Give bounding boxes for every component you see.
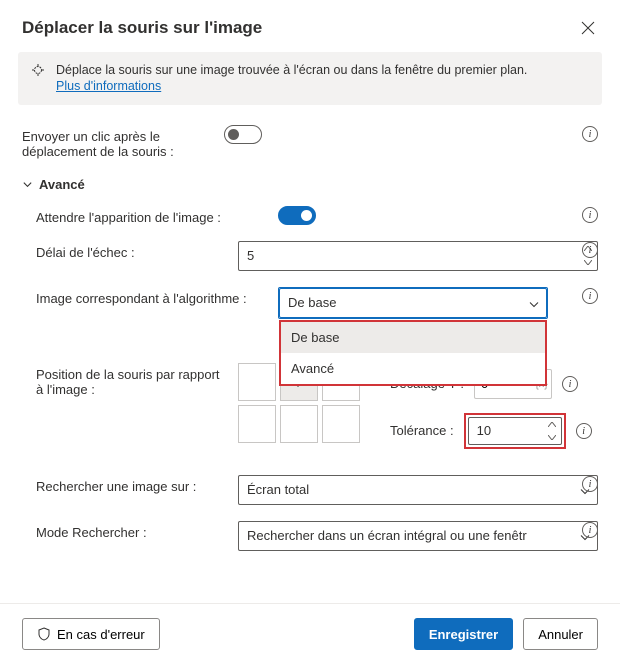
chevron-down-icon bbox=[22, 179, 33, 190]
close-button[interactable] bbox=[578, 18, 598, 38]
pos-cell-br[interactable] bbox=[322, 405, 360, 443]
info-banner: Déplace la souris sur une image trouvée … bbox=[18, 52, 602, 105]
wait-appear-toggle[interactable] bbox=[278, 206, 316, 225]
advanced-title: Avancé bbox=[39, 177, 85, 192]
dialog-title: Déplacer la souris sur l'image bbox=[22, 18, 262, 38]
send-click-label: Envoyer un clic après le déplacement de … bbox=[22, 125, 212, 159]
save-button[interactable]: Enregistrer bbox=[414, 618, 513, 650]
algorithm-dropdown: De base Avancé bbox=[279, 320, 547, 386]
fail-delay-input[interactable]: 5 bbox=[238, 241, 598, 271]
more-info-link[interactable]: Plus d'informations bbox=[56, 79, 161, 93]
cancel-label: Annuler bbox=[538, 627, 583, 642]
wait-appear-label: Attendre l'apparition de l'image : bbox=[36, 206, 266, 225]
search-on-label: Rechercher une image sur : bbox=[36, 475, 226, 494]
mouse-position-label: Position de la souris par rapport à l'im… bbox=[36, 363, 226, 397]
advanced-section-toggle[interactable]: Avancé bbox=[22, 167, 598, 198]
algorithm-option-basic[interactable]: De base bbox=[281, 322, 545, 353]
on-error-label: En cas d'erreur bbox=[57, 627, 145, 642]
pos-cell-bl[interactable] bbox=[238, 405, 276, 443]
tolerance-label: Tolérance : bbox=[390, 423, 454, 438]
algorithm-select[interactable]: De base bbox=[279, 288, 547, 318]
info-icon[interactable]: i bbox=[582, 475, 598, 493]
search-mode-select[interactable]: Rechercher dans un écran intégral ou une… bbox=[238, 521, 598, 551]
info-icon[interactable]: i bbox=[582, 241, 598, 259]
send-click-toggle[interactable] bbox=[224, 125, 262, 144]
banner-text: Déplace la souris sur une image trouvée … bbox=[56, 63, 527, 77]
target-icon bbox=[30, 62, 46, 81]
spin-up[interactable] bbox=[543, 418, 561, 431]
shield-icon bbox=[37, 627, 51, 641]
fail-delay-label: Délai de l'échec : bbox=[36, 241, 226, 260]
info-icon[interactable]: i bbox=[582, 287, 598, 305]
info-icon[interactable]: i bbox=[582, 206, 598, 224]
info-icon[interactable]: i bbox=[582, 521, 598, 539]
chevron-down-icon bbox=[529, 295, 539, 310]
info-icon[interactable]: i bbox=[582, 125, 598, 143]
info-icon[interactable]: i bbox=[562, 375, 578, 393]
pos-cell-bc[interactable] bbox=[280, 405, 318, 443]
search-on-select[interactable]: Écran total bbox=[238, 475, 598, 505]
spin-down[interactable] bbox=[543, 431, 561, 444]
algorithm-option-advanced[interactable]: Avancé bbox=[281, 353, 545, 384]
cancel-button[interactable]: Annuler bbox=[523, 618, 598, 650]
pos-cell-tl[interactable] bbox=[238, 363, 276, 401]
save-label: Enregistrer bbox=[429, 627, 498, 642]
algorithm-label: Image correspondant à l'algorithme : bbox=[36, 287, 266, 306]
close-icon bbox=[581, 21, 595, 35]
info-icon[interactable]: i bbox=[576, 422, 592, 440]
on-error-button[interactable]: En cas d'erreur bbox=[22, 618, 160, 650]
search-mode-label: Mode Rechercher : bbox=[36, 521, 226, 540]
